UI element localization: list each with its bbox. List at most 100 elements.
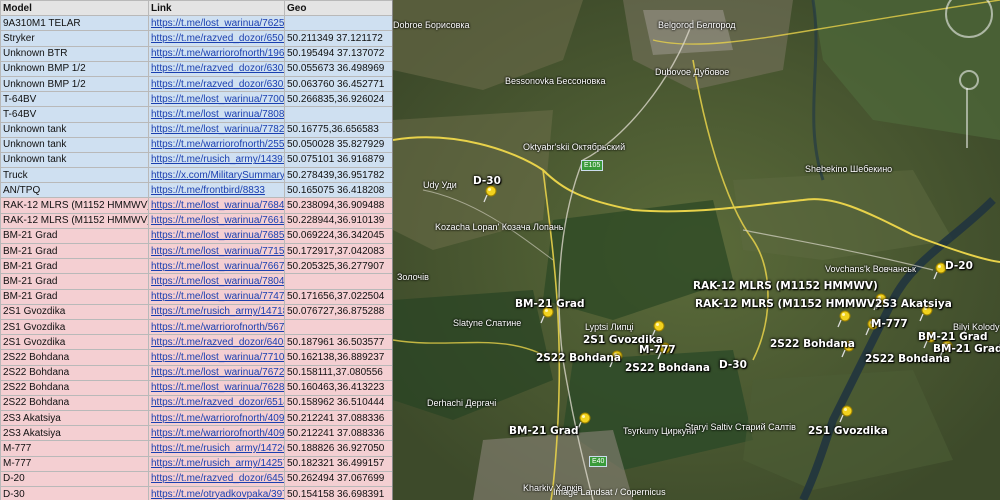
cell-geo: 50.195494 37.137072 [284,45,392,62]
cell-model: Unknown BMP 1/2 [0,75,149,93]
cell-geo: 50.075101 36.916879 [284,151,392,169]
table-row: M-777 https://t.me/rusich_army/14257 50.18… [0,455,392,472]
table-row: Stryker https://t.me/razved_dozor/6506 50.… [0,30,392,47]
cell-model: T-64BV [0,106,149,123]
cell-geo: 50.16775,36.656583 [284,121,392,138]
pushpin-icon[interactable] [483,185,497,203]
cell-link[interactable]: https://t.me/warriorofnorth/567 [148,318,285,336]
unit-label[interactable]: M-777 [639,344,676,356]
unit-label[interactable]: RAK-12 MLRS (M1152 HMMWV) [695,298,880,310]
cell-link[interactable]: https://t.me/razved_dozor/6405 [148,334,285,351]
cell-model: M-777 [0,440,149,457]
cell-link[interactable]: https://t.me/lost_warinua/76848 [148,197,285,214]
unit-label[interactable]: 2S22 Bohdana [770,338,855,350]
cell-model: Unknown BTR [0,45,149,62]
cell-link[interactable]: https://t.me/rusich_army/14726 [148,440,285,457]
cell-link[interactable]: https://t.me/lost_warinua/76727 [148,364,285,381]
cell-geo: 50.228944,36.910139 [284,212,392,229]
cell-link[interactable]: https://t.me/razved_dozor/6506 [148,30,285,47]
pushpin-icon[interactable] [577,412,591,430]
cell-geo: 50.050028 35.827929 [284,136,392,153]
cell-link[interactable]: https://t.me/warriorofnorth/409 [148,410,285,427]
cell-model: 2S22 Bohdana [0,364,149,381]
table-row: D-20 https://t.me/razved_dozor/6455 50.262… [0,470,392,488]
cell-link[interactable]: https://t.me/lost_warinua/77007 [148,91,285,108]
unit-label[interactable]: 2S22 Bohdana [536,352,621,364]
pushpin-icon[interactable] [839,405,853,423]
cell-link[interactable]: https://t.me/rusich_army/14391 [148,151,285,169]
zoom-control-icon[interactable] [959,70,979,90]
cell-link[interactable]: https://t.me/warriorofnorth/409 [148,425,285,442]
table-row: 2S22 Bohdana https://t.me/lost_warinua/76… [0,364,392,381]
column-header-model[interactable]: Model [0,0,149,17]
cell-link[interactable]: https://t.me/warriorofnorth/196 [148,45,285,62]
cell-model: 9A310M1 TELAR [0,15,149,32]
cell-link[interactable]: https://t.me/lost_warinua/77475 [148,288,285,305]
table-row: BM-21 Grad https://t.me/lost_warinua/7715… [0,242,392,260]
column-header-geo[interactable]: Geo [284,0,392,17]
cell-link[interactable]: https://t.me/lost_warinua/78086 [148,106,285,123]
place-label: Kozacha Lopan' Козача Лопань [435,222,564,232]
cell-link[interactable]: https://t.me/lost_warinua/78041 [148,273,285,290]
cell-link[interactable]: https://t.me/lost_warinua/76284 [148,379,285,396]
cell-link[interactable]: https://t.me/lost_warinua/76255 [148,15,285,32]
place-label: Belgorod Белгород [658,20,736,30]
unit-label[interactable]: BM-21 Grad [509,425,578,437]
cell-link[interactable]: https://t.me/razved_dozor/6302 [148,75,285,93]
column-header-link[interactable]: Link [148,0,285,17]
place-label: Dobroe Борисовка [393,20,470,30]
place-label: Lyptsi Липці [585,322,634,332]
cell-link[interactable]: https://x.com/MilitarySummary/st [148,167,285,184]
table-row: BM-21 Grad https://t.me/lost_warinua/7747… [0,288,392,305]
cell-link[interactable]: https://t.me/warriorofnorth/255 [148,136,285,153]
cell-geo: 50.266835,36.926024 [284,91,392,108]
cell-model: 2S22 Bohdana [0,379,149,396]
unit-label[interactable]: D-30 [473,175,501,187]
unit-label[interactable]: 2S22 Bohdana [625,362,710,374]
cell-model: Stryker [0,30,149,47]
cell-model: 2S3 Akatsiya [0,410,149,427]
cell-link[interactable]: https://t.me/rusich_army/14718 [148,303,285,320]
cell-geo: 50.212241 37.088336 [284,425,392,442]
place-label: Staryi Saltiv Старий Салтів [685,422,796,432]
cell-link[interactable]: https://t.me/razved_dozor/6455 [148,470,285,488]
place-label: Shebekino Шебекино [805,164,893,174]
unit-label[interactable]: BM-21 Grad [515,298,584,310]
cell-link[interactable]: https://t.me/rusich_army/14257 [148,455,285,472]
cell-link[interactable]: https://t.me/lost_warinua/76671 [148,258,285,275]
cell-link[interactable]: https://t.me/frontbird/8833 [148,182,285,199]
table-row: 9A310M1 TELAR https://t.me/lost_warinua/7… [0,15,392,32]
place-label: Золочів [397,272,429,282]
cell-geo: 50.262494 37.067699 [284,470,392,488]
place-label: Bessonovka Бессоновка [505,76,606,86]
equipment-table: Model Link Geo 9A310M1 TELAR https://t.me… [0,0,392,500]
unit-label[interactable]: 2S3 Akatsiya [875,298,952,310]
cell-link[interactable]: https://t.me/razved_dozor/6514 [148,394,285,412]
table-row: BM-21 Grad https://t.me/lost_warinua/7667… [0,258,392,275]
cell-link[interactable]: https://t.me/lost_warinua/76853 [148,227,285,245]
cell-link[interactable]: https://t.me/lost_warinua/76616 [148,212,285,229]
unit-label[interactable]: 2S22 Bohdana [865,353,950,365]
unit-label[interactable]: BM-21 Grad [918,331,987,343]
table-row: 2S22 Bohdana https://t.me/razved_dozor/65… [0,394,392,412]
unit-label[interactable]: M-777 [871,318,908,330]
cell-link[interactable]: https://t.me/lost_warinua/77157 [148,242,285,260]
table-row: T-64BV https://t.me/lost_warinua/77007 50.… [0,91,392,108]
cell-model: 2S1 Gvozdika [0,318,149,336]
cell-link[interactable]: https://t.me/razved_dozor/6302 [148,60,285,77]
satellite-map[interactable]: Dobroe Борисовка Belgorod Белгород Bessono… [393,0,1000,500]
cell-link[interactable]: https://t.me/lost_warinua/77109 [148,349,285,366]
cell-model: 2S3 Akatsiya [0,425,149,442]
unit-label[interactable]: D-30 [719,359,747,371]
cell-link[interactable]: https://t.me/lost_warinua/77828 [148,121,285,138]
zoom-slider[interactable] [966,88,968,148]
cell-link[interactable]: https://t.me/otryadkovpaka/3976 [148,485,285,500]
unit-label[interactable]: RAK-12 MLRS (M1152 HMMWV) [693,280,878,292]
cell-geo: 50.238094,36.909488 [284,197,392,214]
place-label: Derhachi Дергачі [427,398,497,408]
pushpin-icon[interactable] [837,310,851,328]
unit-label[interactable]: 2S1 Gvozdika [808,425,888,437]
cell-geo: 50.158962 36.510444 [284,394,392,412]
cell-geo: 50.076727,36.875288 [284,303,392,320]
unit-label[interactable]: D-20 [945,260,973,272]
